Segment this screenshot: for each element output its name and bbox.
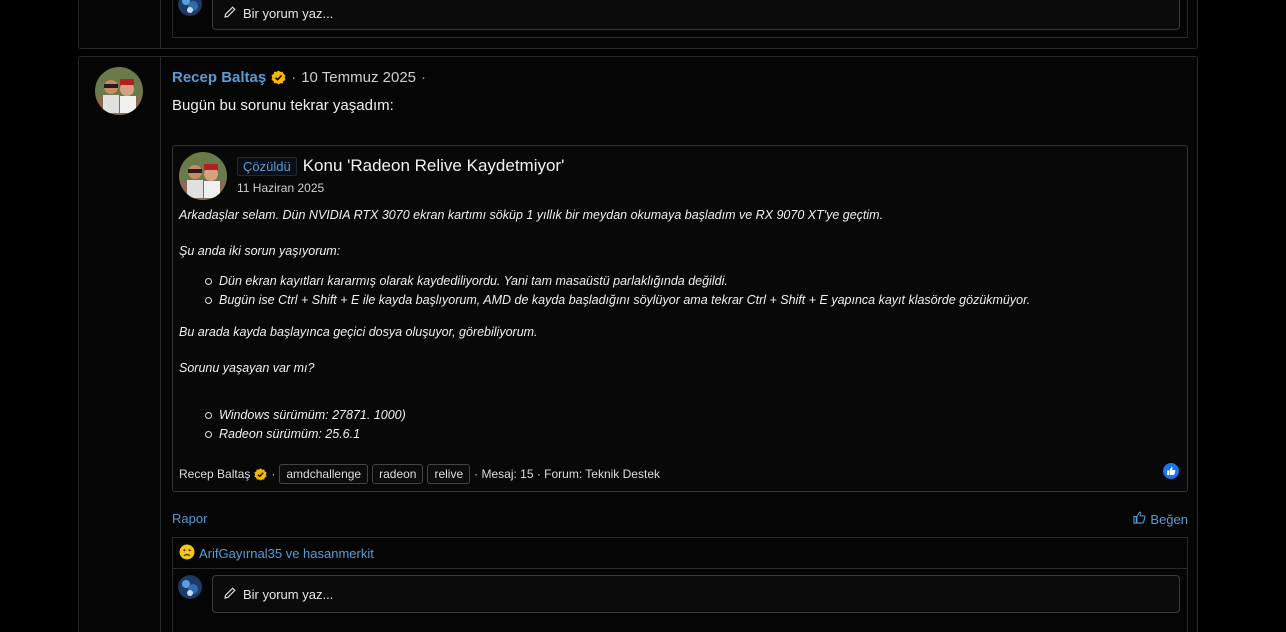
quote-footer-author[interactable]: Recep Baltaş	[179, 467, 250, 481]
comment-area: Bir yorum yaz...	[172, 568, 1188, 632]
like-reaction-icon[interactable]	[1163, 463, 1179, 479]
quote-paragraph: Sorunu yaşayan var mı?	[179, 361, 315, 375]
thread-meta: · Mesaj: 15 · Forum: Teknik Destek	[474, 467, 660, 481]
post-date[interactable]: 10 Temmuz 2025	[301, 69, 416, 86]
reactions-bar[interactable]: ArifGayırnal35 ve hasanmerkit	[172, 537, 1188, 569]
author-name[interactable]: Recep Baltaş	[172, 69, 266, 86]
pencil-icon	[223, 5, 237, 22]
quote-paragraph: Şu anda iki sorun yaşıyorum:	[179, 244, 341, 258]
list-item: Radeon sürümüm: 25.6.1	[205, 425, 406, 444]
meta-separator-end: ·	[421, 69, 427, 86]
thumbs-up-icon	[1133, 511, 1146, 527]
pencil-icon	[223, 586, 237, 603]
previous-post-left-column	[79, 0, 161, 48]
previous-post: Bir yorum yaz...	[78, 0, 1198, 49]
list-item: Dün ekran kayıtları kararmış olarak kayd…	[204, 272, 1030, 291]
thread-title[interactable]: Konu 'Radeon Relive Kaydetmiyor'	[303, 156, 565, 176]
quote-footer: Recep Baltaş · amdchallenge radeon reliv…	[179, 464, 660, 484]
tag-radeon[interactable]: radeon	[372, 464, 424, 484]
previous-comment-area: Bir yorum yaz...	[172, 0, 1188, 38]
forum-post: Recep Baltaş · 10 Temmuz 2025 · Bugün bu…	[78, 56, 1198, 632]
post-left-column	[79, 57, 161, 632]
list-item: Windows sürümüm: 27871. 1000)	[205, 406, 406, 425]
quote-date: 11 Haziran 2025	[237, 181, 325, 195]
comment-placeholder: Bir yorum yaz...	[243, 586, 334, 602]
previous-comment-input[interactable]: Bir yorum yaz...	[212, 0, 1180, 30]
footer-separator: ·	[271, 467, 276, 481]
quote-title-row: Çözüldü Konu 'Radeon Relive Kaydetmiyor'	[237, 156, 564, 176]
verified-icon	[254, 467, 267, 481]
list-item: Bugün ise Ctrl + Shift + E ile kayda baş…	[204, 291, 1030, 310]
post-body-text: Bugün bu sorunu tekrar yaşadım:	[172, 97, 394, 114]
like-button[interactable]: Beğen	[1133, 511, 1188, 527]
comment-input[interactable]: Bir yorum yaz...	[212, 575, 1180, 613]
comment-placeholder: Bir yorum yaz...	[243, 5, 334, 21]
tag-amdchallenge[interactable]: amdchallenge	[279, 464, 369, 484]
report-link[interactable]: Rapor	[172, 511, 207, 526]
sad-face-icon	[179, 544, 195, 563]
meta-separator: ·	[291, 69, 297, 86]
current-user-avatar[interactable]	[178, 575, 202, 599]
tag-relive[interactable]: relive	[427, 464, 471, 484]
author-avatar[interactable]	[95, 67, 143, 115]
quote-author-avatar[interactable]	[179, 152, 227, 200]
post-actions: Rapor Beğen	[172, 511, 1188, 527]
reactions-users[interactable]: ArifGayırnal35 ve hasanmerkit	[199, 546, 374, 561]
solved-badge: Çözüldü	[237, 156, 297, 176]
version-list: Windows sürümüm: 27871. 1000) Radeon sür…	[205, 406, 406, 444]
verified-icon	[271, 70, 286, 85]
current-user-avatar[interactable]	[178, 0, 202, 16]
quote-paragraph: Arkadaşlar selam. Dün NVIDIA RTX 3070 ek…	[179, 208, 884, 222]
post-header: Recep Baltaş · 10 Temmuz 2025 ·	[172, 69, 426, 86]
issue-list: Dün ekran kayıtları kararmış olarak kayd…	[204, 272, 1030, 310]
quote-paragraph: Bu arada kayda başlayınca geçici dosya o…	[179, 325, 538, 339]
like-label: Beğen	[1150, 511, 1188, 527]
quoted-thread[interactable]: Çözüldü Konu 'Radeon Relive Kaydetmiyor'…	[172, 145, 1188, 492]
